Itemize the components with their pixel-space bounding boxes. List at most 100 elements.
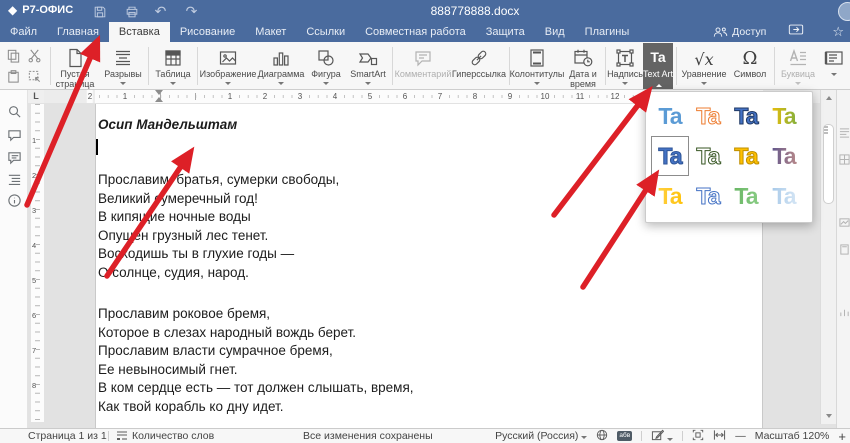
paragraph-settings-button[interactable] <box>839 125 850 136</box>
headers-footers-icon <box>526 45 548 69</box>
headerfooter-settings-button[interactable] <box>839 242 850 253</box>
image-settings-button[interactable] <box>839 215 850 226</box>
textbox-button[interactable]: Надпись <box>607 43 643 89</box>
tab-view[interactable]: Вид <box>535 22 575 42</box>
textart-style-7[interactable]: Ta <box>727 136 765 176</box>
open-location-icon <box>788 23 804 36</box>
caret-down-icon <box>581 436 587 439</box>
datetime-button[interactable]: Дата и время <box>562 43 604 89</box>
textart-style-2[interactable]: Ta <box>689 96 727 136</box>
redo-button[interactable]: ↷ <box>183 3 200 20</box>
search-button[interactable] <box>7 104 22 119</box>
document-text-line: В ком сердце есть — тот должен слышать, … <box>98 379 414 398</box>
title-bar: ◆ Р7-ОФИС ↶ ↷ 888778888.docx <box>0 0 850 22</box>
access-button[interactable]: Доступ <box>713 26 766 38</box>
tab-references[interactable]: Ссылки <box>296 22 355 42</box>
navigation-panel-button[interactable] <box>7 172 22 187</box>
tab-plugins[interactable]: Плагины <box>575 22 640 42</box>
textart-style-10[interactable]: Ta <box>689 176 727 216</box>
tab-insert[interactable]: Вставка <box>109 22 170 42</box>
copy-button[interactable] <box>3 45 23 65</box>
table-icon <box>162 45 184 69</box>
open-file-location-button[interactable] <box>788 23 804 41</box>
tab-protection[interactable]: Защита <box>476 22 535 42</box>
chart-settings-button[interactable] <box>839 305 850 316</box>
dropcap-button[interactable]: Буквица <box>777 43 819 89</box>
scroll-up-button[interactable] <box>822 91 836 104</box>
word-count-label[interactable]: Количество слов <box>132 429 214 443</box>
cut-icon <box>27 48 42 63</box>
textart-button[interactable]: Ta Text Art <box>643 43 673 89</box>
textart-style-5-selected[interactable]: Ta <box>651 136 689 176</box>
textart-style-6[interactable]: Ta <box>689 136 727 176</box>
about-button[interactable] <box>7 193 22 208</box>
textart-style-12[interactable]: Ta <box>765 176 803 216</box>
spellcheck-toggle[interactable]: абв <box>617 431 632 441</box>
headers-footers-button[interactable]: Колонтитулы <box>512 43 562 89</box>
favorite-button[interactable]: ☆ <box>832 23 844 41</box>
print-button[interactable] <box>123 3 140 20</box>
equation-button[interactable]: √x Уравнение <box>679 43 729 89</box>
language-selector[interactable]: Русский (Россия) <box>495 430 587 442</box>
tab-home[interactable]: Главная <box>47 22 109 42</box>
undo-icon: ↶ <box>155 3 167 20</box>
chat-panel-button[interactable] <box>7 150 22 165</box>
datetime-icon <box>572 45 594 69</box>
textart-icon: Ta <box>650 45 665 69</box>
word-count-button[interactable] <box>116 429 128 443</box>
blank-page-button[interactable]: Пустая страница <box>52 43 98 89</box>
paste-button[interactable] <box>3 66 23 86</box>
scrollbar-thumb[interactable] <box>823 124 834 204</box>
track-changes-button[interactable] <box>651 429 673 443</box>
insert-toolbar: Пустая страница Разрывы Таблица Изображе… <box>0 42 850 90</box>
hyperlink-icon <box>468 45 490 69</box>
blank-page-icon <box>64 45 86 69</box>
vertical-scrollbar[interactable] <box>820 90 836 424</box>
breaks-button[interactable]: Разрывы <box>100 43 146 89</box>
undo-button[interactable]: ↶ <box>152 3 169 20</box>
textart-style-4[interactable]: Ta <box>765 96 803 136</box>
hyperlink-button[interactable]: Гиперссылка <box>451 43 507 89</box>
symbol-button[interactable]: Ω Символ <box>729 43 771 89</box>
comment-button[interactable]: Комментарий <box>395 43 451 89</box>
table-settings-button[interactable] <box>839 152 850 163</box>
shape-button[interactable]: Фигура <box>306 43 346 89</box>
tab-collaboration[interactable]: Совместная работа <box>355 22 476 42</box>
set-language-button[interactable] <box>596 429 608 443</box>
left-sidebar <box>0 90 28 428</box>
tab-draw[interactable]: Рисование <box>170 22 245 42</box>
smartart-icon <box>357 45 379 69</box>
select-button[interactable] <box>24 66 44 86</box>
header: ◆ Р7-ОФИС ↶ ↷ 888778888.docx Файл Главна… <box>0 0 850 42</box>
chart-button[interactable]: Диаграмма <box>256 43 306 89</box>
image-button[interactable]: Изображение <box>200 43 256 89</box>
fit-width-button[interactable] <box>713 429 726 443</box>
fit-page-button[interactable] <box>692 429 704 443</box>
zoom-out-button[interactable]: — <box>735 430 746 442</box>
textart-style-1[interactable]: Ta <box>651 96 689 136</box>
page-number-indicator[interactable]: Страница 1 из 1 <box>28 429 107 443</box>
save-button[interactable] <box>91 3 108 20</box>
cut-button[interactable] <box>24 45 44 65</box>
triangle-down-icon <box>826 414 832 418</box>
document-text-line: Восходишь ты в глухие годы — <box>98 245 339 264</box>
symbol-icon: Ω <box>743 45 758 69</box>
content-controls-button[interactable] <box>820 43 848 89</box>
table-button[interactable]: Таблица <box>151 43 195 89</box>
tab-layout[interactable]: Макет <box>245 22 296 42</box>
smartart-button[interactable]: SmartArt <box>346 43 390 89</box>
indent-marker[interactable] <box>155 90 164 103</box>
user-avatar[interactable] <box>838 2 850 21</box>
comments-panel-button[interactable] <box>7 128 22 143</box>
document-text-line: Опущен грузный лес тенет. <box>98 227 339 246</box>
tab-file[interactable]: Файл <box>0 22 47 42</box>
stanza-2: Прославим роковое бремя,Которое в слезах… <box>98 305 414 416</box>
access-label: Доступ <box>732 26 766 38</box>
tab-stop-selector[interactable]: L <box>28 90 44 103</box>
zoom-in-button[interactable]: + <box>838 429 846 443</box>
textart-style-8[interactable]: Ta <box>765 136 803 176</box>
textart-style-9[interactable]: Ta <box>651 176 689 216</box>
textart-style-3[interactable]: Ta <box>727 96 765 136</box>
scroll-down-button[interactable] <box>822 409 836 422</box>
textart-style-11[interactable]: Ta <box>727 176 765 216</box>
